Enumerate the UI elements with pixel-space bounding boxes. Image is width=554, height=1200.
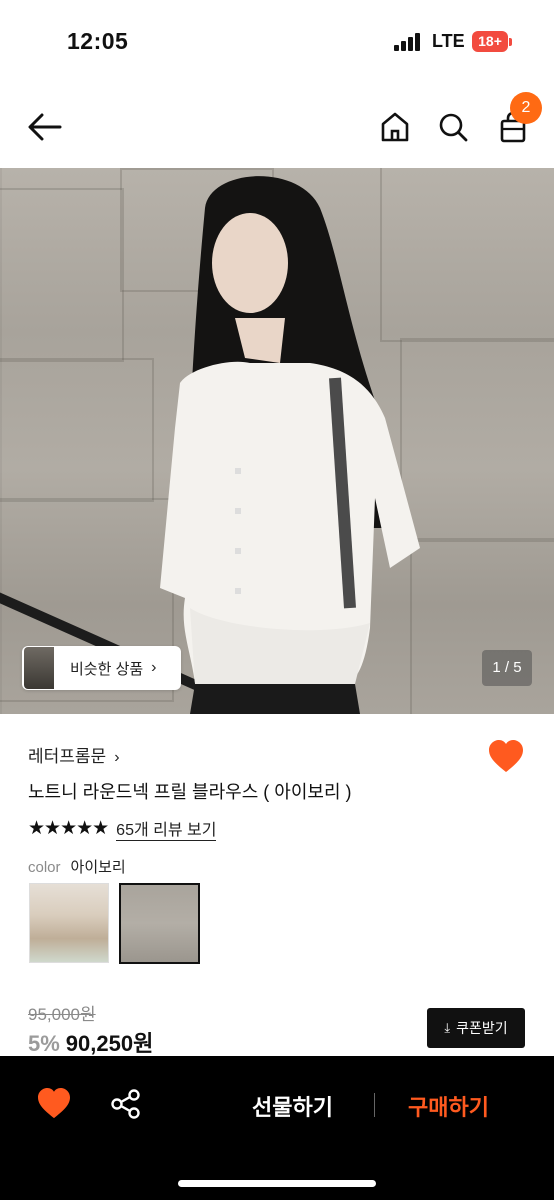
star-rating: ★★★★★ bbox=[28, 818, 109, 839]
heart-icon[interactable] bbox=[488, 740, 524, 774]
color-label: color bbox=[28, 859, 61, 876]
status-bar: 12:05 LTE 18+ bbox=[0, 0, 554, 84]
back-arrow-icon bbox=[28, 113, 62, 141]
review-link[interactable]: 65개 리뷰 보기 bbox=[116, 816, 217, 841]
rating-row: ★★★★★ 65개 리뷰 보기 bbox=[28, 816, 217, 841]
coupon-button[interactable]: ⤓ 쿠폰받기 bbox=[427, 1008, 525, 1048]
color-swatch-thumbnail-selected[interactable] bbox=[119, 883, 200, 964]
image-pager: 1 / 5 bbox=[482, 650, 532, 686]
status-time: 12:05 bbox=[67, 28, 129, 54]
share-icon[interactable] bbox=[110, 1088, 142, 1120]
original-price: 95,000원 bbox=[28, 1005, 96, 1024]
similar-products-label: 비슷한 상품 bbox=[70, 660, 144, 678]
color-swatch-thumbnail[interactable] bbox=[29, 883, 109, 963]
search-icon bbox=[439, 113, 468, 142]
battery-indicator: 18+ bbox=[472, 31, 508, 52]
stone-block bbox=[410, 538, 554, 714]
stone-block bbox=[0, 358, 154, 502]
sale-price: 90,250원 bbox=[65, 1031, 154, 1056]
chevron-right-icon: › bbox=[114, 749, 120, 766]
search-button[interactable] bbox=[434, 106, 472, 148]
home-icon bbox=[381, 112, 409, 142]
buy-button[interactable]: 구매하기 bbox=[408, 1090, 489, 1122]
coupon-label: 쿠폰받기 bbox=[456, 1020, 508, 1036]
gift-button[interactable]: 선물하기 bbox=[252, 1090, 333, 1122]
chevron-right-icon: › bbox=[151, 659, 157, 676]
divider bbox=[374, 1093, 375, 1117]
download-icon: ⤓ bbox=[444, 1020, 451, 1035]
top-navigation bbox=[0, 84, 554, 168]
back-button[interactable] bbox=[24, 106, 66, 148]
home-button[interactable] bbox=[376, 106, 414, 148]
model-figure bbox=[160, 176, 420, 714]
similar-product-thumbnail bbox=[24, 647, 54, 689]
stone-block bbox=[0, 188, 124, 362]
color-option: color 아이보리 bbox=[28, 856, 126, 877]
bottom-action-bar: 선물하기 구매하기 bbox=[0, 1056, 554, 1200]
similar-products-button[interactable]: 비슷한 상품 › bbox=[22, 646, 181, 690]
discount-rate: 5% bbox=[28, 1031, 60, 1056]
brand-name: 레터프롬문 bbox=[28, 747, 107, 766]
home-indicator[interactable] bbox=[178, 1180, 376, 1187]
price-row: 5% 90,250원 bbox=[28, 1026, 153, 1058]
signal-icon bbox=[394, 33, 420, 51]
cart-count-badge: 2 bbox=[510, 92, 542, 124]
product-image[interactable]: 1 / 5 bbox=[0, 168, 554, 714]
network-type: LTE bbox=[432, 31, 465, 51]
heart-icon[interactable] bbox=[37, 1088, 71, 1120]
product-title: 노트니 라운드넥 프릴 블라우스 ( 아이보리 ) bbox=[28, 782, 352, 802]
brand-link[interactable]: 레터프롬문 › bbox=[28, 742, 120, 767]
color-value: 아이보리 bbox=[70, 859, 126, 876]
battery-tip bbox=[509, 38, 512, 46]
